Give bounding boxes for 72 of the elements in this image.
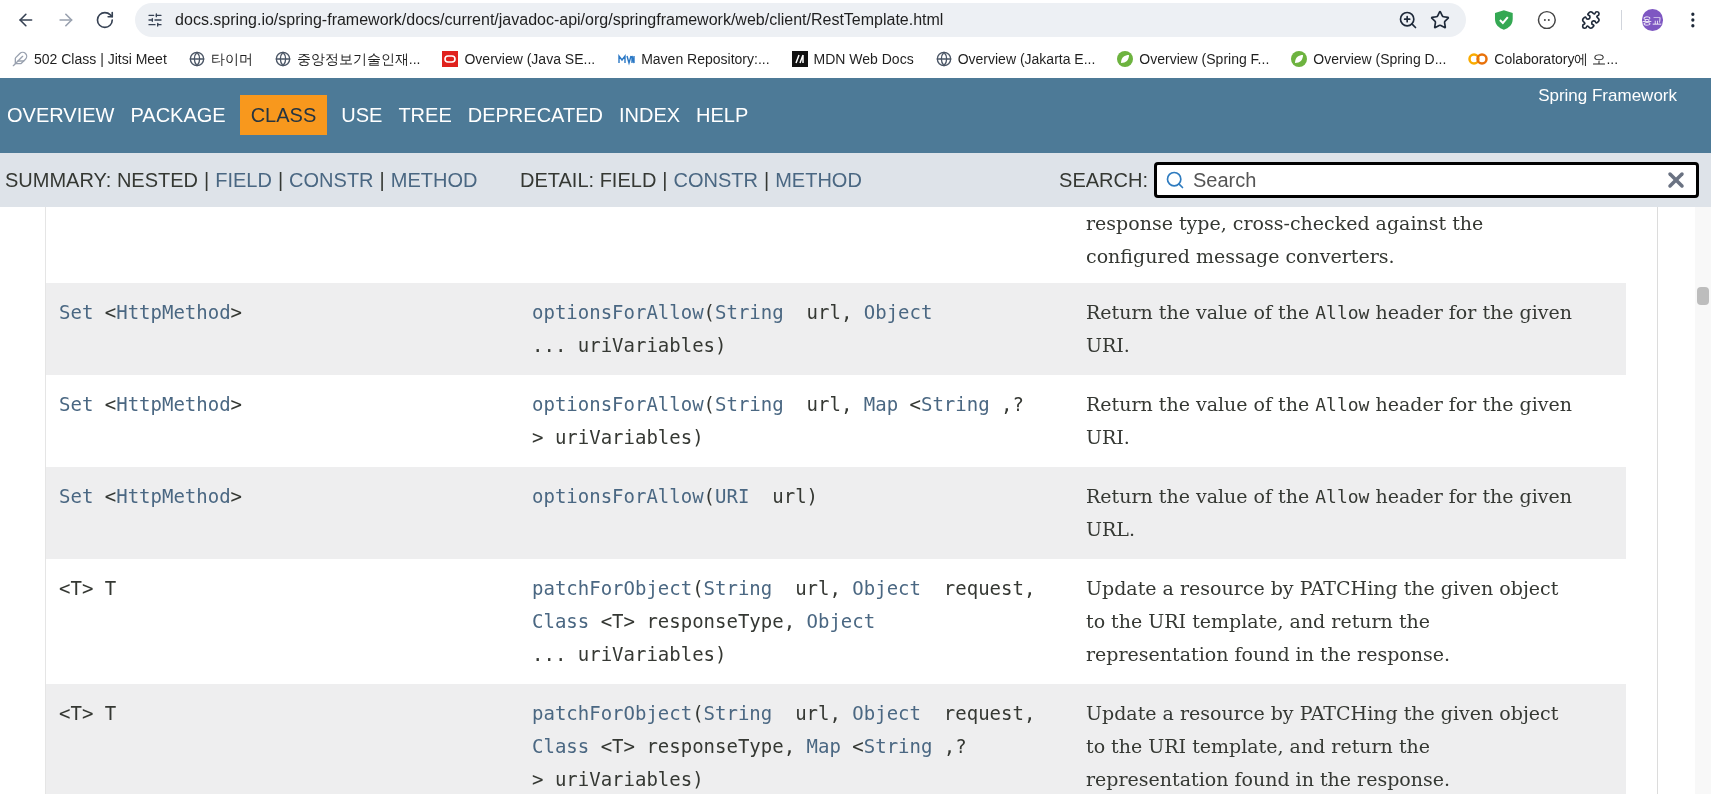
extensions-icon[interactable] — [1580, 10, 1601, 30]
return-type-cell-text: Set <HttpMethod> — [59, 300, 244, 325]
bookmark-item[interactable]: Overview (Java SE... — [442, 48, 596, 70]
nav-tab[interactable]: CLASS — [239, 95, 328, 135]
bookmark-item[interactable]: 502 Class | Jitsi Meet — [12, 48, 167, 70]
summary-link[interactable]: METHOD — [390, 165, 478, 195]
search-input[interactable]: Search — [1193, 165, 1656, 195]
description-cell-text: response type, cross-checked against the configured message converters. — [1086, 211, 1485, 269]
description-cell-text: Return the value of the Allow header for the given URL. — [1086, 484, 1574, 542]
extension-icon[interactable] — [1537, 10, 1557, 30]
ring-icon — [442, 51, 459, 67]
separator-text: | — [662, 168, 668, 193]
summary-link[interactable]: FIELD — [215, 165, 272, 195]
leaf-icon — [1291, 51, 1308, 67]
description-cell-text: Return the value of the Allow header for the given URI. — [1086, 392, 1574, 450]
feather-icon — [12, 51, 28, 67]
bookmark-item[interactable]: Overview (Spring F... — [1117, 48, 1270, 70]
zoom-icon[interactable] — [1397, 10, 1418, 30]
nav-tab[interactable]: OVERVIEW — [5, 95, 117, 135]
brand-text: Spring Framework — [1538, 85, 1677, 107]
bookmark-item[interactable]: Overview (Jakarta E... — [935, 48, 1096, 70]
separator-text: | — [204, 168, 210, 193]
method-signature-cell-text: patchForObject(String url, Object request, Class <T> responseType, Map <String ,? > uriVariables) — [532, 701, 1037, 792]
leaf-icon — [1117, 51, 1134, 67]
site-settings-icon[interactable] — [147, 12, 164, 28]
nav-tab[interactable]: TREE — [396, 95, 454, 135]
bookmark-item[interactable]: 타이머 — [188, 48, 253, 70]
tile-icon — [791, 51, 808, 67]
return-type-cell-text: Set <HttpMethod> — [59, 392, 244, 417]
method-signature-cell-text: optionsForAllow(String url, Map <String ,? > uriVariables) — [532, 392, 1025, 450]
separator-text: | — [764, 168, 770, 193]
description-cell-text: Update a resource by PATCHing the given object to the URI template, and return the representation found in the response. — [1086, 701, 1560, 792]
method-signature-cell-text: patchForObject(String url, Object request, Class <T> responseType, Object ... uriVariables) — [532, 576, 1037, 667]
description-cell-text: Update a resource by PATCHing the given object to the URI template, and return the representation found in the response. — [1086, 576, 1560, 667]
globe-icon — [274, 51, 291, 67]
bookmark-item[interactable]: Colaboratory에 오... — [1468, 48, 1619, 70]
search-field[interactable]: Search — [1154, 162, 1699, 198]
rings-icon — [1468, 52, 1489, 66]
globe-icon — [188, 51, 205, 67]
profile-avatar[interactable]: 용교 — [1641, 9, 1664, 31]
separator-text: | — [379, 168, 385, 193]
detail-link[interactable]: METHOD — [775, 165, 862, 195]
summary-link[interactable]: CONSTR — [289, 165, 374, 195]
detail-link[interactable]: CONSTR — [673, 165, 758, 195]
nav-tab[interactable]: USE — [339, 95, 385, 135]
bookmark-item[interactable]: Overview (Spring D... — [1291, 48, 1447, 70]
reload-button[interactable] — [95, 10, 116, 30]
bookmark-star-icon[interactable] — [1429, 10, 1450, 30]
detail-label: DETAIL: FIELD — [520, 168, 657, 193]
bookmark-item[interactable]: Maven Repository:... — [617, 48, 770, 70]
description-cell-text: Return the value of the Allow header for the given URI. — [1086, 300, 1574, 358]
return-type-cell-text: Set <HttpMethod> — [59, 484, 244, 509]
nav-tab[interactable]: INDEX — [616, 95, 683, 135]
nav-tab[interactable]: PACKAGE — [128, 95, 228, 135]
nav-tab[interactable]: HELP — [694, 95, 751, 135]
url-text: docs.spring.io/spring-framework/docs/current/javadoc-api/org/springframework/web/client/RestTemplate.html — [175, 10, 945, 30]
scrollbar-thumb[interactable] — [1697, 287, 1709, 305]
search-label: SEARCH: — [1059, 168, 1148, 193]
shield-icon[interactable] — [1493, 9, 1514, 31]
summary-label: SUMMARY: NESTED — [5, 168, 198, 193]
globe-icon — [935, 51, 952, 67]
separator-text: | — [277, 168, 284, 193]
bookmark-item[interactable]: MDN Web Docs — [791, 48, 914, 70]
bookmark-item[interactable]: 중앙정보기술인재... — [274, 48, 421, 70]
return-type-cell-text: <T> T — [59, 576, 118, 601]
search-icon — [1165, 170, 1185, 190]
address-bar[interactable]: docs.spring.io/spring-framework/docs/current/javadoc-api/org/springframework/web/client/RestTemplate.html — [135, 3, 1466, 37]
method-signature-cell-text: optionsForAllow(URI url) — [532, 484, 819, 509]
method-signature-cell-text: optionsForAllow(String url, Object ... uriVariables) — [532, 300, 934, 358]
tile-icon — [617, 51, 636, 67]
return-type-cell-text: <T> T — [59, 701, 118, 726]
nav-tab[interactable]: DEPRECATED — [465, 95, 605, 135]
